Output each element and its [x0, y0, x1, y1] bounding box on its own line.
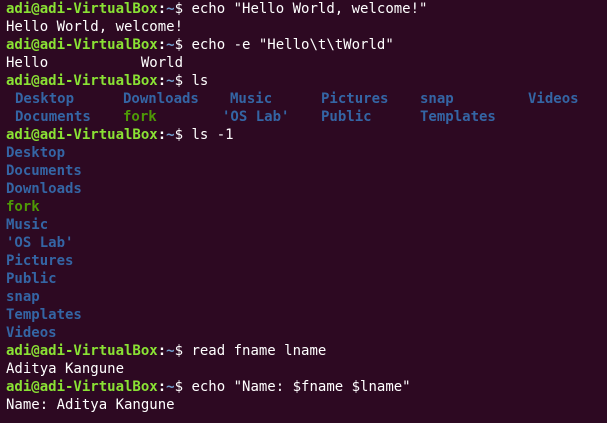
prompt-user-host: adi@adi-VirtualBox: [6, 37, 158, 53]
ls-entry-dir: Public: [6, 271, 57, 287]
prompt-path: ~: [166, 37, 175, 53]
ls-grid-row: Documents fork 'OS Lab' Public Templates: [0, 108, 607, 126]
command-text: echo "Name: $fname $lname": [191, 379, 411, 395]
prompt-user-host: adi@adi-VirtualBox: [6, 127, 158, 143]
command-text: ls: [191, 73, 209, 89]
ls-entry-dir: Desktop: [15, 91, 75, 107]
command-text: ls -1: [191, 127, 234, 143]
prompt-dollar: $: [174, 343, 192, 359]
ls-entry-dir: Music: [6, 217, 49, 233]
ls-entry-dir: Pictures: [6, 253, 74, 269]
terminal-window[interactable]: adi@adi-VirtualBox:~$ echo "Hello World,…: [0, 0, 607, 423]
ls-entry-dir: 'OS Lab': [6, 235, 74, 251]
ls-entry-dir: Pictures: [321, 91, 389, 107]
prompt-colon: :: [157, 379, 167, 395]
prompt-path: ~: [166, 1, 175, 17]
output-line: Hello World: [6, 55, 184, 71]
ls-entry-dir: snap: [420, 91, 454, 107]
prompt-user-host: adi@adi-VirtualBox: [6, 1, 158, 17]
ls-entry-dir: Downloads: [123, 91, 199, 107]
ls-entry-dir: Templates: [420, 109, 496, 125]
prompt-colon: :: [157, 1, 167, 17]
prompt-line: adi@adi-VirtualBox:~$ ls: [0, 72, 607, 90]
prompt-path: ~: [166, 73, 175, 89]
prompt-dollar: $: [174, 1, 192, 17]
command-text: echo -e "Hello\t\tWorld": [191, 37, 394, 53]
command-text: echo "Hello World, welcome!": [191, 1, 428, 17]
prompt-dollar: $: [174, 379, 192, 395]
prompt-colon: :: [157, 343, 167, 359]
prompt-colon: :: [157, 127, 167, 143]
prompt-dollar: $: [174, 37, 192, 53]
ls-entry-dir: Videos: [6, 325, 57, 341]
ls-entry-exec: fork: [123, 109, 157, 125]
prompt-user-host: adi@adi-VirtualBox: [6, 379, 158, 395]
prompt-user-host: adi@adi-VirtualBox: [6, 343, 158, 359]
ls-entry-dir: Documents: [15, 109, 91, 125]
prompt-dollar: $: [174, 73, 192, 89]
prompt-path: ~: [166, 379, 175, 395]
output-line: Hello World, welcome!: [6, 19, 184, 35]
ls-grid-row: Desktop Downloads Music Pictures snap Vi…: [0, 90, 607, 108]
output-line: Name: Aditya Kangune: [6, 397, 175, 413]
ls-entry-dir: Templates: [6, 307, 82, 323]
prompt-line: adi@adi-VirtualBox:~$ echo -e "Hello\t\t…: [0, 36, 607, 54]
output-line: Aditya Kangune: [6, 361, 125, 377]
prompt-line: adi@adi-VirtualBox:~$ echo "Name: $fname…: [0, 378, 607, 396]
ls-entry-dir: Public: [321, 109, 372, 125]
prompt-line: adi@adi-VirtualBox:~$ read fname lname: [0, 342, 607, 360]
ls-entry-dir: snap: [6, 289, 40, 305]
prompt-path: ~: [166, 127, 175, 143]
prompt-path: ~: [166, 343, 175, 359]
prompt-colon: :: [157, 73, 167, 89]
ls-entry-dir: Videos: [528, 91, 579, 107]
ls-entry-exec: fork: [6, 199, 40, 215]
prompt-user-host: adi@adi-VirtualBox: [6, 73, 158, 89]
prompt-colon: :: [157, 37, 167, 53]
prompt-line: adi@adi-VirtualBox:~$ echo "Hello World,…: [0, 0, 607, 18]
prompt-dollar: $: [174, 127, 192, 143]
ls-entry-dir: 'OS Lab': [222, 109, 290, 125]
command-text: read fname lname: [191, 343, 327, 359]
prompt-line: adi@adi-VirtualBox:~$ ls -1: [0, 126, 607, 144]
ls-entry-dir: Downloads: [6, 181, 82, 197]
ls-entry-dir: Desktop: [6, 145, 66, 161]
ls-entry-dir: Music: [230, 91, 273, 107]
ls-entry-dir: Documents: [6, 163, 82, 179]
